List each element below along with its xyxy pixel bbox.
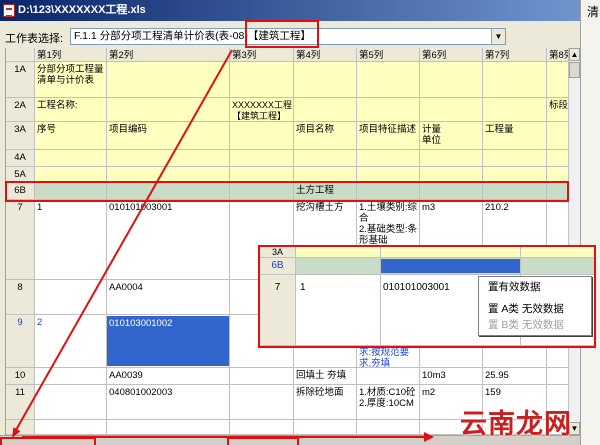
spreadsheet-grid[interactable]: 第1列 第2列 第3列 第4列 第5列 第6列 第7列 第8列 1A 分部分项工… (5, 48, 568, 435)
row-header[interactable]: 10 (6, 368, 34, 384)
row-header[interactable]: 9 (6, 315, 34, 367)
grid-cell[interactable]: 1.材质:C10砼 2.厚度:10CM (356, 385, 419, 419)
grid-cell[interactable]: 010101003001 (106, 200, 229, 279)
sheet-select-dropdown[interactable]: F.1.1 分部分项工程清单计价表(表-08)【建筑工程】 ▼ (70, 28, 506, 45)
grid-line (380, 247, 381, 346)
grid-cell[interactable]: 工程名称: (34, 98, 106, 121)
scroll-thumb[interactable] (569, 62, 580, 78)
column-header[interactable]: 第1列 (34, 48, 106, 61)
sheet-select-label: 工作表选择: (5, 33, 64, 45)
grid-row: 5A (6, 167, 568, 183)
grid-cell[interactable]: AA0004 (106, 280, 229, 314)
column-header[interactable]: 第4列 (293, 48, 356, 61)
vertical-scrollbar[interactable]: ▲ ▼ (568, 48, 580, 435)
grid-cell[interactable]: 1 (34, 200, 106, 279)
selected-cell[interactable] (381, 259, 520, 273)
grid-cell[interactable]: 标段 (546, 98, 568, 121)
chevron-down-icon[interactable]: ▼ (491, 29, 505, 44)
column-header-row: 第1列 第2列 第3列 第4列 第5列 第6列 第7列 第8列 (6, 48, 568, 62)
window-title: D:\123\XXXXXXX工程.xls (18, 4, 146, 16)
column-header[interactable]: 第8列 (546, 48, 568, 61)
row-header[interactable]: 3A (260, 247, 295, 257)
column-header[interactable]: 第5列 (356, 48, 419, 61)
grid-cell[interactable]: 工程量 (482, 122, 546, 149)
row-header[interactable]: 1A (6, 62, 34, 97)
grid-line (106, 48, 107, 435)
grid-line (295, 247, 296, 346)
sheet-select-value: F.1.1 分部分项工程清单计价表(表-08)【建筑工程】 (74, 30, 311, 42)
column-header[interactable]: 第2列 (106, 48, 229, 61)
grid-cell[interactable]: 项目特征描述 (356, 122, 419, 149)
selected-cell[interactable]: 010103001002 (106, 316, 229, 366)
window-title-bar[interactable]: D:\123\XXXXXXX工程.xls (0, 0, 580, 21)
grid-line (546, 48, 547, 435)
grid-cell[interactable]: 10m3 (419, 368, 482, 384)
excel-file-icon (3, 4, 15, 17)
grid-row: 3A (260, 247, 594, 258)
grid-cell[interactable]: 土方工程 (293, 183, 356, 199)
grid-row-group: 6B 土方工程 (6, 183, 568, 200)
row-header[interactable]: 5A (6, 167, 34, 182)
grid-cell[interactable]: AA0039 (106, 368, 229, 384)
side-panel-title: 清 (587, 5, 600, 19)
row-header[interactable]: 2A (6, 98, 34, 121)
menu-item-set-a-invalid[interactable]: 置 A类 无效数据 (479, 301, 591, 317)
grid-row: 4A (6, 150, 568, 167)
grid-cell[interactable]: 拆除砼地面 (293, 385, 356, 419)
grid-line (482, 48, 483, 435)
column-header[interactable]: 第3列 (229, 48, 293, 61)
column-header[interactable]: 第6列 (419, 48, 482, 61)
corner-cell[interactable] (6, 48, 34, 61)
grid-line (356, 48, 357, 435)
row-header[interactable]: 8 (6, 280, 34, 314)
menu-item-set-b-invalid: 置 B类 无效数据 (488, 319, 564, 331)
row-header[interactable] (6, 420, 34, 434)
grid-line (229, 48, 230, 435)
grid-cell[interactable]: XXXXXXX工程 【建筑工程】 (229, 98, 293, 121)
watermark: 云南龙网 (460, 409, 572, 439)
row-header[interactable]: 3A (6, 122, 34, 149)
grid-cell[interactable]: 序号 (34, 122, 106, 149)
column-header[interactable]: 第7列 (482, 48, 546, 61)
grid-line (293, 48, 294, 435)
menu-item-set-valid[interactable]: 置有效数据 (479, 279, 591, 295)
zoom-inset: 3A 6B 7 1 010101003001 置有效数据 置 A类 无效数据 置… (258, 245, 596, 348)
grid-row: 1A 分部分项工程量 清单与计价表 (6, 62, 568, 98)
row-header[interactable]: 11 (6, 385, 34, 419)
grid-cell[interactable]: 计量 单位 (419, 122, 482, 149)
grid-cell[interactable]: 回填土 夯填 (293, 368, 356, 384)
grid-row: 2A 工程名称: XXXXXXX工程 【建筑工程】 标段 (6, 98, 568, 122)
grid-cell[interactable]: 项目编码 (106, 122, 229, 149)
row-header[interactable]: 7 (260, 275, 295, 345)
row-header[interactable]: 6B (260, 258, 295, 274)
grid-line (34, 48, 35, 435)
row-header[interactable]: 7 (6, 200, 34, 279)
row-header[interactable]: 6B (6, 183, 34, 199)
grid-row: 3A 序号 项目编码 项目名称 项目特征描述 计量 单位 工程量 (6, 122, 568, 150)
scroll-up-icon[interactable]: ▲ (569, 48, 580, 61)
grid-row-group: 6B (260, 258, 594, 275)
grid-cell[interactable]: 项目名称 (293, 122, 356, 149)
side-panel: 清 (580, 0, 600, 445)
grid-row: 10 AA0039 回填土 夯填 10m3 25.95 (6, 368, 568, 385)
grid-cell[interactable]: 2 (34, 315, 106, 367)
grid-cell[interactable]: 25.95 (482, 368, 546, 384)
row-header[interactable]: 4A (6, 150, 34, 166)
grid-cell[interactable]: 040801002003 (106, 385, 229, 419)
grid-cell[interactable]: 1 (295, 275, 380, 345)
grid-line (419, 48, 420, 435)
grid-cell[interactable]: 分部分项工程量 清单与计价表 (34, 62, 106, 97)
context-menu: 置有效数据 置 A类 无效数据 置 B类 无效数据 (478, 276, 592, 336)
